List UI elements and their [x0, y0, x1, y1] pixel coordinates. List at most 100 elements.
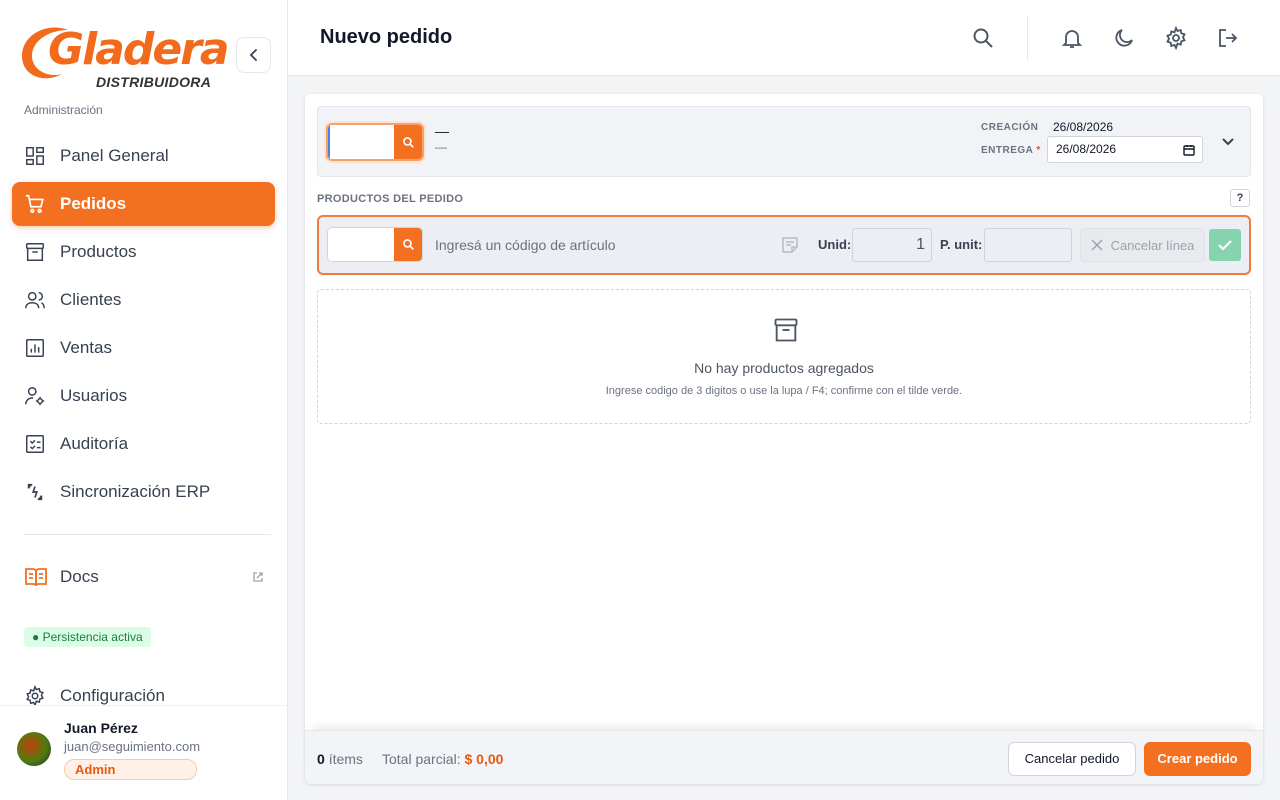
article-code-input[interactable]	[328, 228, 394, 261]
sidebar-item-label: Sincronización ERP	[60, 482, 211, 501]
sidebar-item-pedidos[interactable]: Pedidos	[12, 182, 275, 226]
archive-icon	[26, 243, 44, 261]
users-icon	[25, 291, 45, 309]
role-badge: Admin	[64, 759, 197, 780]
chart-icon	[26, 339, 44, 357]
cart-icon	[25, 194, 44, 214]
sidebar-item-label: Pedidos	[60, 194, 127, 213]
sidebar-item-label: Ventas	[60, 338, 112, 357]
archive-icon	[774, 318, 798, 342]
avatar	[17, 732, 51, 766]
search-icon	[402, 136, 414, 148]
user-email: juan@seguimiento.com	[64, 739, 201, 754]
calendar-icon[interactable]	[1183, 144, 1195, 156]
header-divider	[1027, 16, 1028, 60]
sidebar-item-usuarios[interactable]: Usuarios	[12, 374, 275, 418]
unid-label: Unid:	[818, 237, 852, 252]
create-order-button[interactable]: Crear pedido	[1144, 742, 1251, 776]
close-icon	[1091, 239, 1103, 251]
client-detail: —	[435, 140, 447, 154]
partial-total-label: Total parcial:	[382, 751, 461, 767]
client-search[interactable]	[326, 123, 424, 161]
sidebar-item-auditoria[interactable]: Auditoría	[12, 422, 275, 466]
section-label: Administración	[24, 103, 103, 117]
sidebar-item-configuracion[interactable]: Configuración	[24, 685, 165, 707]
search-icon[interactable]	[971, 26, 995, 50]
client-code-input[interactable]	[328, 125, 394, 159]
config-label: Configuración	[60, 686, 165, 705]
products-section-label: PRODUCTOS DEL PEDIDO	[317, 193, 464, 205]
sidebar-item-label: Auditoría	[60, 434, 129, 453]
article-search[interactable]	[327, 227, 423, 262]
creation-date: 26/08/2026	[1053, 120, 1114, 134]
delivery-date-value: 26/08/2026	[1056, 142, 1117, 156]
top-header: Nuevo pedido	[288, 0, 1280, 76]
order-card: — — CREACIÓN 26/08/2026 ENTREGA * 26/08/…	[305, 94, 1263, 784]
creation-label: CREACIÓN	[981, 122, 1039, 133]
persistence-badge: ● Persistencia activa	[24, 627, 151, 647]
order-footer: 0 ítems Total parcial: $ 0,00 Cancelar p…	[305, 730, 1263, 784]
checklist-icon	[26, 435, 44, 453]
article-description: Ingresá un código de artículo	[435, 237, 616, 253]
article-search-button[interactable]	[394, 228, 422, 261]
sidebar-item-ventas[interactable]: Ventas	[12, 326, 275, 370]
logout-icon[interactable]	[1216, 26, 1240, 50]
search-icon	[402, 239, 414, 250]
required-mark: *	[1036, 145, 1041, 156]
sidebar-item-productos[interactable]: Productos	[12, 230, 275, 274]
sidebar-item-label: Productos	[60, 242, 137, 261]
user-name: Juan Pérez	[64, 720, 138, 736]
gear-icon[interactable]	[1164, 26, 1188, 50]
empty-hint: Ingrese codigo de 3 digitos o use la lup…	[605, 385, 963, 397]
user-gear-icon	[25, 387, 45, 406]
product-line-entry: Ingresá un código de artículo Unid: 1 P.…	[317, 215, 1251, 275]
quantity-input[interactable]: 1	[852, 228, 932, 262]
empty-title: No hay productos agregados	[694, 360, 874, 376]
sidebar-item-docs[interactable]: Docs	[24, 565, 264, 589]
confirm-line-button[interactable]	[1209, 229, 1241, 261]
cancel-line-label: Cancelar línea	[1110, 237, 1195, 253]
sidebar-item-label: Usuarios	[60, 386, 128, 405]
order-header: — — CREACIÓN 26/08/2026 ENTREGA * 26/08/…	[317, 106, 1251, 177]
sidebar-divider	[24, 534, 271, 535]
sidebar-item-label: Clientes	[60, 290, 122, 309]
help-button[interactable]: ?	[1230, 189, 1250, 207]
partial-total: Total parcial: $ 0,00	[382, 751, 503, 767]
brand-name: Gladera	[48, 24, 230, 75]
check-icon	[1218, 240, 1232, 251]
sidebar-item-clientes[interactable]: Clientes	[12, 278, 275, 322]
sidebar-item-panel-general[interactable]: Panel General	[12, 134, 275, 178]
note-icon[interactable]	[781, 236, 799, 254]
partial-total-value: $ 0,00	[464, 751, 504, 767]
sidebar-item-label: Panel General	[60, 146, 169, 165]
cancel-line-button[interactable]: Cancelar línea	[1080, 228, 1205, 262]
sidebar-item-sincronizacion-erp[interactable]: Sincronización ERP	[12, 470, 275, 514]
collapse-sidebar-button[interactable]	[236, 37, 271, 73]
moon-icon[interactable]	[1112, 26, 1136, 50]
book-icon	[25, 568, 47, 587]
docs-label: Docs	[60, 567, 99, 586]
sidebar-nav: Panel General Pedidos Productos Clientes…	[12, 134, 275, 518]
delivery-label-wrap: ENTREGA *	[981, 145, 1041, 156]
items-count-value: 0	[317, 751, 325, 767]
sync-icon	[27, 483, 43, 501]
items-count: 0 ítems	[317, 751, 363, 767]
empty-products-state: No hay productos agregados Ingrese codig…	[317, 289, 1251, 424]
unit-price-label: P. unit:	[940, 237, 983, 252]
bell-icon[interactable]	[1060, 26, 1084, 50]
dashboard-icon	[26, 147, 44, 165]
gear-icon	[26, 685, 44, 707]
brand-logo[interactable]: Gladera DISTRIBUIDORA	[18, 22, 230, 92]
client-search-button[interactable]	[394, 125, 422, 159]
page-title: Nuevo pedido	[320, 26, 453, 48]
delivery-date-input[interactable]: 26/08/2026	[1047, 136, 1203, 163]
unit-price-input[interactable]	[984, 228, 1072, 262]
sidebar: Gladera DISTRIBUIDORA Administración Pan…	[0, 0, 288, 800]
user-profile[interactable]: Juan Pérez juan@seguimiento.com Admin	[0, 705, 287, 800]
cancel-order-button[interactable]: Cancelar pedido	[1008, 742, 1136, 776]
delivery-label: ENTREGA	[981, 145, 1034, 156]
chevron-left-icon	[249, 49, 257, 61]
items-count-label: ítems	[328, 751, 363, 767]
client-name: —	[435, 123, 449, 139]
chevron-down-icon[interactable]	[1220, 133, 1236, 149]
